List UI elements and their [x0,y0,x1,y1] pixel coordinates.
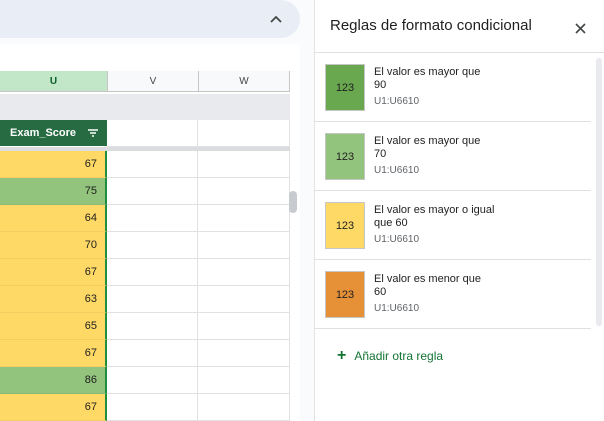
close-panel-button[interactable] [572,20,588,36]
cell[interactable] [107,313,198,340]
rule-item[interactable]: 123 El valor es menor que 60 U1:U6610 [315,260,591,329]
score-cell[interactable]: 70 [0,232,107,259]
table-row: 67 [0,151,290,178]
cell[interactable] [198,232,290,259]
table-row: 63 [0,286,290,313]
cell[interactable] [107,205,198,232]
rule-preview-swatch: 123 [325,202,365,249]
rule-range: U1:U6610 [374,96,420,107]
rule-range: U1:U6610 [374,303,420,314]
rule-condition-line2: que 60 [374,217,408,229]
spreadsheet-grid: U V W Exam_Score 67 75 64 70 67 63 65 67… [0,44,300,421]
rule-condition-line2: 60 [374,286,387,298]
rule-condition: El valor es mayor que 70 [374,135,574,161]
score-cell[interactable]: 75 [0,178,107,205]
rule-condition: El valor es mayor o igual que 60 [374,204,574,230]
table-row: 67 [0,259,290,286]
cell[interactable] [107,259,198,286]
rule-range: U1:U6610 [374,165,420,176]
rule-condition-line1: El valor es mayor que [374,135,481,147]
cell[interactable] [198,313,290,340]
rule-item[interactable]: 123 El valor es mayor que 90 U1:U6610 [315,53,591,122]
cell[interactable] [107,367,198,394]
table-row: 64 [0,205,290,232]
table-row: 70 [0,232,290,259]
cell[interactable] [198,286,290,313]
cell[interactable] [198,259,290,286]
exam-score-header-label: Exam_Score [10,127,77,139]
column-header-v[interactable]: V [108,71,199,92]
cell[interactable] [198,367,290,394]
chevron-up-icon [270,15,282,23]
score-cell[interactable]: 65 [0,313,107,340]
cell[interactable] [107,340,198,367]
rule-preview-swatch: 123 [325,133,365,180]
exam-score-header-cell[interactable]: Exam_Score [0,120,107,146]
table-row: 65 [0,313,290,340]
column-header-row: U V W [0,71,300,93]
rule-condition-line1: El valor es mayor que [374,66,481,78]
table-row: 75 [0,178,290,205]
column-header-w[interactable]: W [199,71,290,92]
rule-range: U1:U6610 [374,234,420,245]
cell[interactable] [198,205,290,232]
panel-title: Reglas de formato condicional [330,17,532,34]
cell[interactable] [107,232,198,259]
rule-preview-swatch: 123 [325,64,365,111]
table-row: 67 [0,394,290,421]
rule-condition-line1: El valor es mayor o igual [374,204,495,216]
rule-condition: El valor es menor que 60 [374,273,574,299]
score-cell[interactable]: 64 [0,205,107,232]
sheet-area: U V W Exam_Score 67 75 64 70 67 63 65 67… [0,0,314,421]
rule-item[interactable]: 123 El valor es mayor o igual que 60 U1:… [315,191,591,260]
vertical-scrollbar-thumb[interactable] [289,191,297,213]
table-row: 86 [0,367,290,394]
cell[interactable] [107,394,198,421]
filter-icon[interactable] [87,127,99,139]
collapse-toolbar-button[interactable] [266,9,286,29]
cell[interactable] [198,394,290,421]
cell[interactable] [107,286,198,313]
header-row: Exam_Score [0,120,290,147]
score-cell[interactable]: 67 [0,394,107,421]
rule-item[interactable]: 123 El valor es mayor que 70 U1:U6610 [315,122,591,191]
plus-icon: + [337,347,347,364]
panel-scrollbar[interactable] [596,58,602,326]
rule-condition-line2: 70 [374,148,387,160]
cell[interactable] [198,178,290,205]
score-cell[interactable]: 67 [0,259,107,286]
rule-preview-swatch: 123 [325,271,365,318]
conditional-formatting-panel: Reglas de formato condicional 123 El val… [314,0,604,421]
frozen-row-band [0,94,290,120]
close-icon [574,22,586,34]
top-bar [0,0,300,38]
cell[interactable] [107,178,198,205]
score-cell[interactable]: 86 [0,367,107,394]
score-cell[interactable]: 67 [0,340,107,367]
table-row: 67 [0,340,290,367]
cell[interactable] [107,151,198,178]
rule-condition: El valor es mayor que 90 [374,66,574,92]
add-rule-button[interactable]: + Añadir otra regla [337,348,443,364]
cell[interactable] [198,120,290,147]
rule-condition-line1: El valor es menor que [374,273,481,285]
rule-condition-line2: 90 [374,79,387,91]
cell[interactable] [107,120,198,147]
score-cell[interactable]: 67 [0,151,107,178]
column-header-u[interactable]: U [0,71,108,92]
add-rule-label: Añadir otra regla [354,349,444,363]
cell[interactable] [198,340,290,367]
cell[interactable] [198,151,290,178]
score-cell[interactable]: 63 [0,286,107,313]
